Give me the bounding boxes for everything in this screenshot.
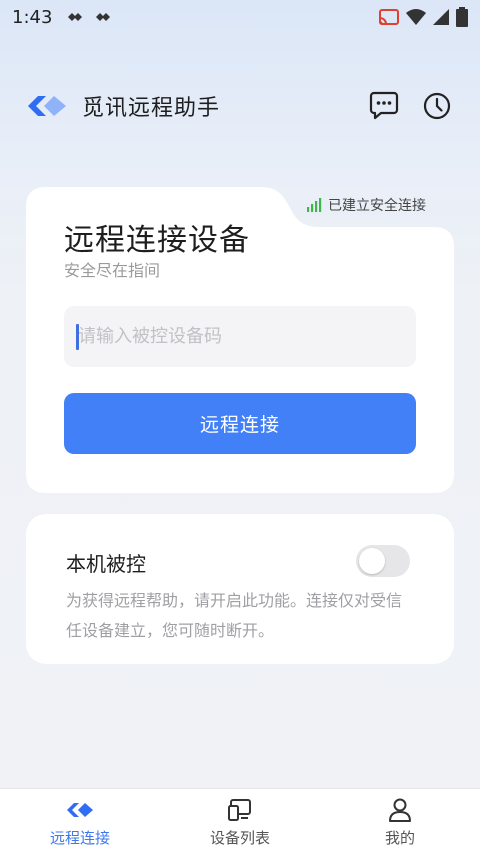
history-clock-icon[interactable]	[422, 91, 452, 121]
status-bar: 1:43	[0, 0, 480, 34]
nav-mine[interactable]: 我的	[320, 789, 480, 853]
battery-icon	[456, 7, 468, 27]
remote-connect-button[interactable]: 远程连接	[64, 393, 416, 454]
remote-connect-card: 已建立安全连接 远程连接设备 安全尽在指间 远程连接	[26, 187, 454, 493]
local-control-card: 本机被控 为获得远程帮助，请开启此功能。连接仅对受信任设备建立，您可随时断开。	[26, 514, 454, 664]
status-icons	[378, 7, 468, 27]
device-code-input[interactable]	[64, 306, 416, 367]
secure-connection-status: 已建立安全连接	[306, 195, 426, 215]
secure-status-text: 已建立安全连接	[328, 198, 426, 214]
remote-control-toggle[interactable]	[356, 545, 410, 577]
person-icon	[389, 798, 411, 822]
remote-notification-icon	[68, 13, 83, 21]
app-header: 觅讯远程助手	[0, 84, 480, 128]
toggle-knob	[359, 548, 385, 574]
control-description: 为获得远程帮助，请开启此功能。连接仅对受信任设备建立，您可随时断开。	[66, 591, 403, 640]
wifi-icon	[406, 9, 426, 25]
remote-notification-icon-2	[96, 13, 111, 21]
control-title: 本机被控	[66, 552, 146, 576]
connection-signal-icon	[307, 198, 322, 212]
nav-remote-connect[interactable]: 远程连接	[0, 789, 160, 853]
devices-icon	[228, 799, 251, 821]
app-title: 觅讯远程助手	[82, 96, 221, 121]
nav-label: 设备列表	[209, 829, 270, 847]
nav-label: 远程连接	[49, 829, 110, 847]
status-time: 1:43	[12, 6, 53, 28]
nav-label: 我的	[384, 829, 415, 847]
card-subtitle: 安全尽在指间	[64, 261, 161, 280]
app-logo-icon	[28, 96, 66, 116]
message-icon[interactable]	[369, 90, 399, 120]
cast-icon	[379, 9, 399, 25]
logo-icon	[67, 803, 93, 817]
nav-device-list[interactable]: 设备列表	[160, 789, 320, 853]
text-cursor	[76, 324, 79, 350]
signal-icon	[433, 9, 449, 25]
card-title: 远程连接设备	[64, 223, 250, 258]
bottom-navigation: 远程连接 设备列表 我的	[0, 788, 480, 853]
